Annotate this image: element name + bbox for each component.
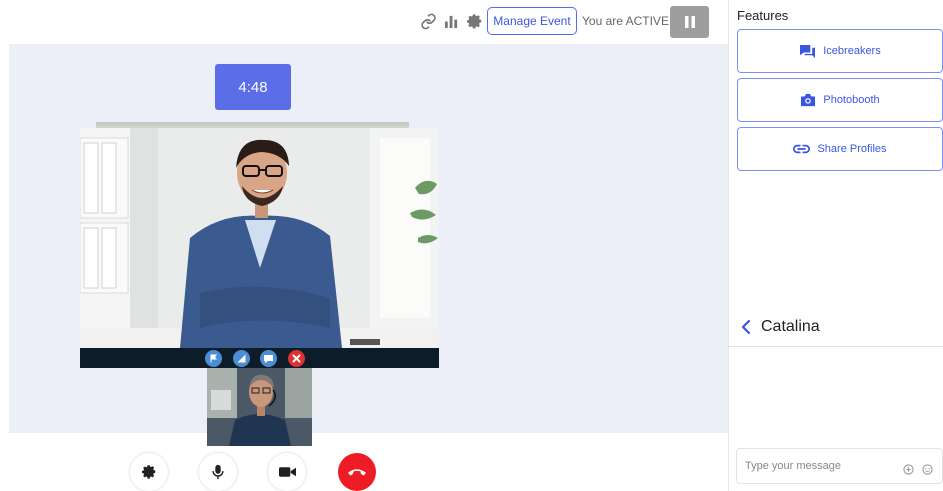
message-input[interactable] bbox=[745, 457, 895, 475]
camera-icon bbox=[801, 93, 816, 107]
add-circle-icon[interactable] bbox=[903, 462, 914, 480]
chat-messages-area bbox=[729, 347, 943, 439]
features-title: Features bbox=[737, 8, 789, 23]
video-camera-icon bbox=[278, 467, 296, 477]
chevron-left-icon[interactable] bbox=[741, 319, 751, 335]
gear-icon bbox=[142, 465, 156, 479]
camera-button[interactable] bbox=[268, 453, 306, 491]
photobooth-label: Photobooth bbox=[823, 94, 880, 106]
chat-bubbles-icon bbox=[800, 44, 816, 58]
session-timer: 4:48 bbox=[215, 64, 291, 110]
settings-button[interactable] bbox=[130, 453, 168, 491]
chat-header: Catalina bbox=[729, 308, 943, 347]
close-icon[interactable] bbox=[288, 350, 305, 367]
bar-chart-icon[interactable] bbox=[442, 12, 460, 30]
icebreakers-label: Icebreakers bbox=[823, 45, 881, 57]
microphone-button[interactable] bbox=[199, 453, 237, 491]
hang-up-button[interactable] bbox=[338, 453, 376, 491]
pause-icon bbox=[684, 16, 695, 28]
status-text: You are ACTIVE bbox=[582, 14, 669, 28]
share-profiles-button[interactable]: Share Profiles bbox=[737, 127, 943, 171]
link-icon[interactable] bbox=[419, 12, 437, 30]
pause-button[interactable] bbox=[670, 6, 709, 38]
main-video-feed bbox=[80, 128, 439, 348]
share-profiles-label: Share Profiles bbox=[817, 143, 887, 155]
gear-icon[interactable] bbox=[465, 12, 483, 30]
emoji-icon[interactable] bbox=[922, 462, 933, 480]
photobooth-button[interactable]: Photobooth bbox=[737, 78, 943, 122]
self-video-feed bbox=[207, 368, 312, 446]
flag-icon[interactable] bbox=[205, 350, 222, 367]
icebreakers-button[interactable]: Icebreakers bbox=[737, 29, 943, 73]
microphone-icon bbox=[212, 464, 224, 480]
manage-event-button[interactable]: Manage Event bbox=[487, 7, 577, 35]
signal-icon[interactable] bbox=[233, 350, 250, 367]
link-icon bbox=[793, 144, 811, 154]
chat-contact-name: Catalina bbox=[761, 318, 820, 335]
message-composer bbox=[736, 448, 943, 484]
chat-icon[interactable] bbox=[260, 350, 277, 367]
hang-up-icon bbox=[347, 469, 367, 476]
